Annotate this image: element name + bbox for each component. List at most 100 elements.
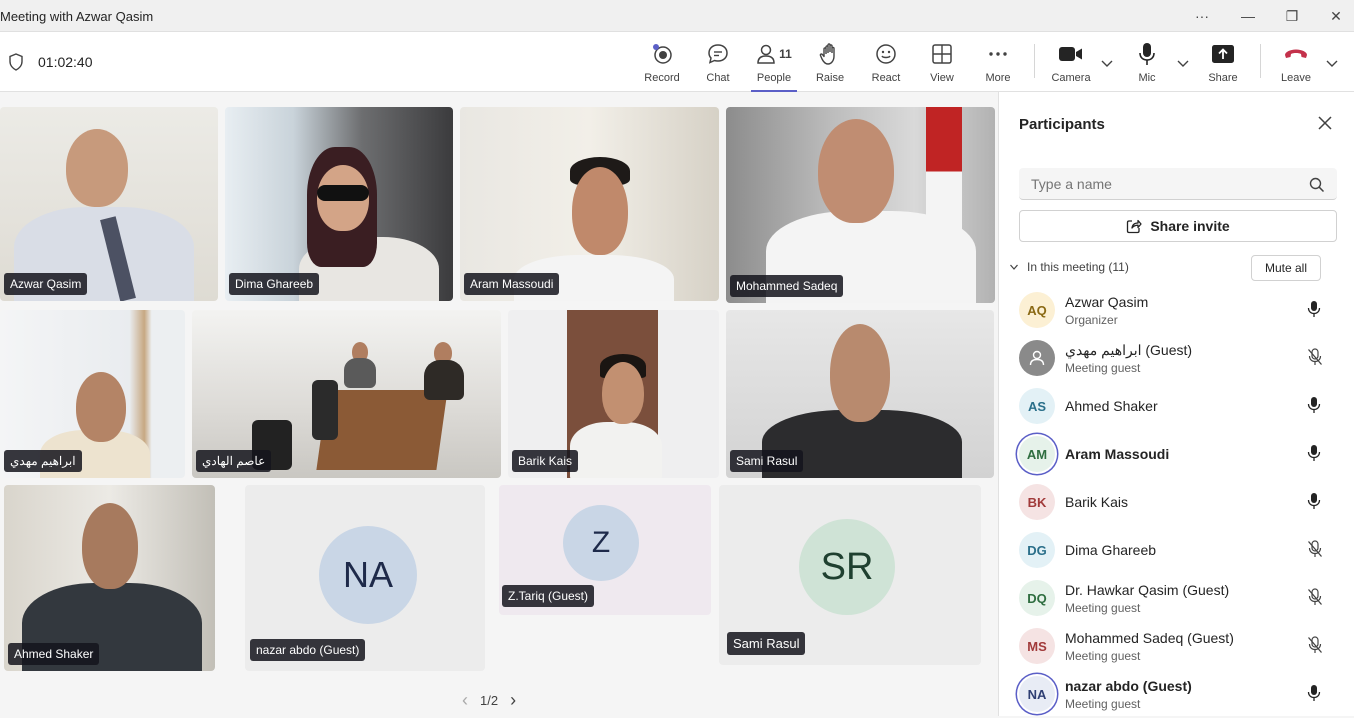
mic-off-icon[interactable] — [1307, 540, 1323, 563]
participant-role: Organizer — [1065, 313, 1118, 327]
share-invite-button[interactable]: Share invite — [1019, 210, 1337, 242]
mic-on-icon[interactable] — [1307, 300, 1321, 323]
restore-icon: ❐ — [1285, 7, 1299, 24]
more-label: More — [985, 72, 1011, 84]
more-options-glyph: ··· — [1195, 8, 1209, 24]
participant-avatar: NA — [1019, 676, 1055, 712]
video-tile[interactable]: Barik Kais — [508, 310, 719, 478]
more-options-icon[interactable]: ··· — [1180, 0, 1224, 32]
participant-role: Meeting guest — [1065, 649, 1141, 663]
tile-name-label: Mohammed Sadeq — [730, 275, 844, 297]
close-window-button[interactable]: ✕ — [1314, 0, 1354, 32]
mic-on-icon[interactable] — [1307, 396, 1321, 419]
participant-row[interactable]: ابراهيم مهدي (Guest) Meeting guest — [1017, 338, 1337, 382]
tile-name-label: Ahmed Shaker — [8, 643, 100, 665]
record-button[interactable]: Record — [640, 32, 684, 92]
close-icon[interactable] — [1318, 116, 1332, 130]
people-label: People — [756, 72, 792, 84]
record-icon — [653, 44, 672, 64]
minimize-button[interactable]: — — [1226, 0, 1270, 32]
video-tile[interactable]: ابراهيم مهدي — [0, 310, 185, 478]
search-input[interactable] — [1019, 168, 1337, 200]
shield-icon — [9, 53, 23, 71]
mute-all-label: Mute all — [1264, 261, 1308, 275]
mic-off-icon[interactable] — [1307, 636, 1323, 659]
mic-off-icon[interactable] — [1307, 348, 1323, 371]
participant-role: Meeting guest — [1065, 361, 1141, 375]
share-invite-label: Share invite — [1150, 218, 1230, 234]
video-gallery: Azwar Qasim Dima Ghareeb Aram Massoudi M… — [0, 92, 998, 716]
participant-row[interactable]: BK Barik Kais — [1017, 482, 1337, 526]
raise-label: Raise — [815, 72, 845, 84]
camera-icon — [1059, 47, 1082, 61]
mic-off-icon[interactable] — [1307, 588, 1323, 611]
prev-page-icon[interactable]: ‹ — [462, 690, 468, 711]
video-tile[interactable]: عاصم الهادي — [192, 310, 501, 478]
participant-avatar: DG — [1019, 532, 1055, 568]
video-tile[interactable]: Ahmed Shaker — [4, 485, 215, 671]
avatar-initials: NA — [342, 554, 393, 595]
mic-on-icon[interactable] — [1307, 492, 1321, 515]
react-button[interactable]: React — [868, 32, 904, 92]
participant-avatar: AM — [1019, 436, 1055, 472]
participant-row[interactable]: NA nazar abdo (Guest) Meeting guest — [1017, 674, 1337, 718]
participant-name: ابراهيم مهدي (Guest) — [1065, 342, 1193, 358]
raise-hand-button[interactable]: Raise — [812, 32, 848, 92]
mic-on-icon[interactable] — [1307, 444, 1321, 467]
more-icon — [989, 52, 1007, 56]
view-label: View — [930, 72, 954, 84]
toolbar-divider-2 — [1260, 44, 1261, 78]
avatar-initials: Z — [591, 526, 611, 559]
people-button[interactable]: 11 People — [751, 32, 797, 92]
restore-button[interactable]: ❐ — [1270, 0, 1314, 32]
leave-chevron-down-icon[interactable] — [1325, 56, 1339, 70]
participant-row[interactable]: AQ Azwar Qasim Organizer — [1017, 290, 1337, 334]
participant-row[interactable]: DG Dima Ghareeb — [1017, 530, 1337, 574]
view-button[interactable]: View — [924, 32, 960, 92]
leave-button[interactable]: Leave — [1278, 32, 1314, 92]
more-button[interactable]: More — [980, 32, 1016, 92]
toolbar-divider — [1034, 44, 1035, 78]
participant-row[interactable]: AS Ahmed Shaker — [1017, 386, 1337, 430]
participant-avatar: DQ — [1019, 580, 1055, 616]
initials-avatar: SR — [799, 519, 895, 615]
camera-button[interactable]: Camera — [1050, 32, 1092, 92]
mic-button[interactable]: Mic — [1132, 32, 1162, 92]
timer-text: 01:02:40 — [38, 54, 93, 70]
video-tile[interactable]: Sami Rasul — [726, 310, 994, 478]
participant-name: Ahmed Shaker — [1065, 398, 1158, 414]
people-icon — [757, 44, 775, 64]
video-tile[interactable]: Mohammed Sadeq — [726, 107, 995, 303]
share-button[interactable]: Share — [1206, 32, 1240, 92]
next-page-icon[interactable]: › — [510, 690, 516, 711]
mute-all-button[interactable]: Mute all — [1251, 255, 1321, 281]
tile-name-label: Azwar Qasim — [4, 273, 88, 295]
participant-row[interactable]: MS Mohammed Sadeq (Guest) Meeting guest — [1017, 626, 1337, 670]
chat-label: Chat — [706, 72, 730, 84]
record-label: Record — [644, 72, 680, 84]
mic-chevron-down-icon[interactable] — [1176, 56, 1190, 70]
participant-avatar: MS — [1019, 628, 1055, 664]
gallery-pager: ‹ 1/2 › — [462, 690, 516, 711]
tile-name-label: Sami Rasul — [727, 632, 806, 655]
initials-avatar: NA — [319, 526, 417, 624]
hang-up-icon — [1285, 49, 1307, 58]
in-meeting-section-header[interactable]: In this meeting (11) — [1009, 260, 1129, 274]
close-icon: ✕ — [1330, 7, 1342, 24]
participant-row[interactable]: DQ Dr. Hawkar Qasim (Guest) Meeting guest — [1017, 578, 1337, 622]
video-tile[interactable]: Azwar Qasim — [0, 107, 218, 301]
video-tile[interactable]: Dima Ghareeb — [225, 107, 453, 301]
minimize-icon: — — [1241, 8, 1255, 24]
participant-name: nazar abdo (Guest) — [1065, 678, 1192, 694]
participant-row[interactable]: AM Aram Massoudi — [1017, 434, 1337, 478]
avatar-initials: SR — [820, 545, 874, 588]
camera-chevron-down-icon[interactable] — [1100, 56, 1114, 70]
tile-name-label: Dima Ghareeb — [229, 273, 320, 295]
avatar-tile[interactable]: Z Z.Tariq (Guest) — [499, 485, 711, 615]
chat-button[interactable]: Chat — [700, 32, 736, 92]
participant-avatar: BK — [1019, 484, 1055, 520]
mic-on-icon[interactable] — [1307, 684, 1321, 707]
video-tile[interactable]: Aram Massoudi — [460, 107, 719, 301]
avatar-tile[interactable]: NA nazar abdo (Guest) — [245, 485, 485, 671]
avatar-tile[interactable]: SR Sami Rasul — [719, 485, 981, 665]
